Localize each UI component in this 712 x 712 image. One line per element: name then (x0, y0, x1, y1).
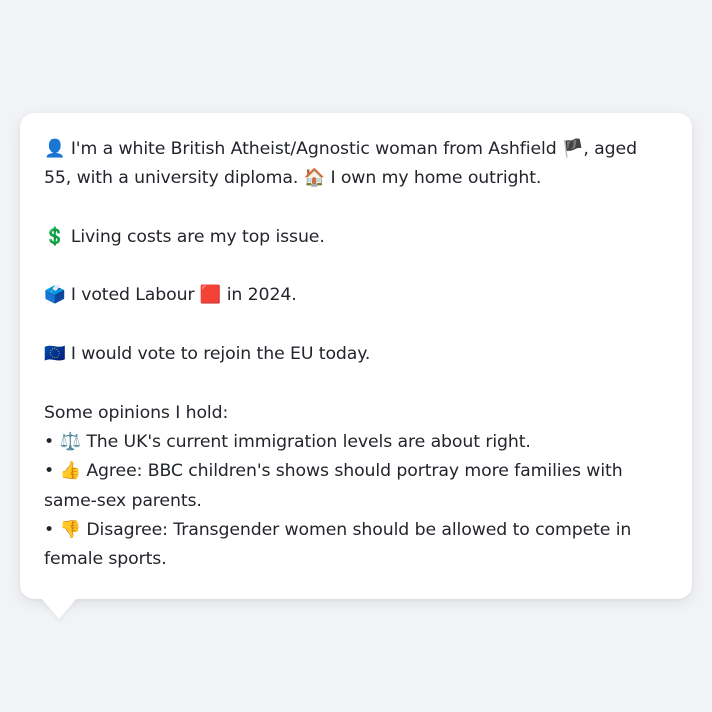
vote-text-b: in 2024. (221, 285, 297, 306)
opinion-item: • ⚖️ The UK's current immigration levels… (44, 428, 668, 457)
opinion-item: • 👎 Disagree: Transgender women should b… (44, 516, 668, 575)
intro-text-c: I own my home outright. (325, 168, 542, 189)
england-flag-icon: 🏴 (561, 139, 584, 159)
house-icon: 🏠 (303, 168, 326, 189)
bullet: • (44, 431, 60, 452)
top-issue-line: 💲 Living costs are my top issue. (44, 223, 668, 252)
opinion-text: The UK's current immigration levels are … (80, 431, 531, 452)
balance-scale-icon: ⚖️ (59, 431, 82, 452)
bullet: • (44, 519, 60, 540)
opinions-heading: Some opinions I hold: (44, 402, 229, 423)
vote-text-a: I voted Labour (65, 285, 200, 306)
eu-flag-icon: 🇪🇺 (44, 344, 66, 365)
bubble-tail (40, 597, 78, 619)
eu-text: I would vote to rejoin the EU today. (65, 344, 371, 365)
intro-line: 👤 I'm a white British Atheist/Agnostic w… (44, 135, 668, 194)
message-text: 👤 I'm a white British Atheist/Agnostic w… (44, 135, 668, 574)
thumbs-up-icon: 👍 (59, 461, 82, 482)
bullet: • (44, 461, 60, 482)
thumbs-down-icon: 👎 (59, 519, 82, 540)
opinion-text: Disagree: Transgender women should be al… (44, 519, 632, 570)
vote-line: 🗳️ I voted Labour 🟥 in 2024. (44, 281, 668, 310)
intro-text-a: I'm a white British Atheist/Agnostic wom… (65, 139, 562, 159)
message-bubble: 👤 I'm a white British Atheist/Agnostic w… (20, 113, 692, 599)
top-issue-text: Living costs are my top issue. (65, 226, 325, 247)
dollar-icon: 💲 (44, 226, 66, 247)
opinion-item: • 👍 Agree: BBC children's shows should p… (44, 457, 668, 516)
person-icon: 👤 (44, 139, 66, 159)
red-square-icon: 🟥 (199, 285, 222, 306)
eu-line: 🇪🇺 I would vote to rejoin the EU today. (44, 340, 668, 369)
opinion-text: Agree: BBC children's shows should portr… (44, 461, 623, 511)
ballot-box-icon: 🗳️ (44, 285, 66, 306)
